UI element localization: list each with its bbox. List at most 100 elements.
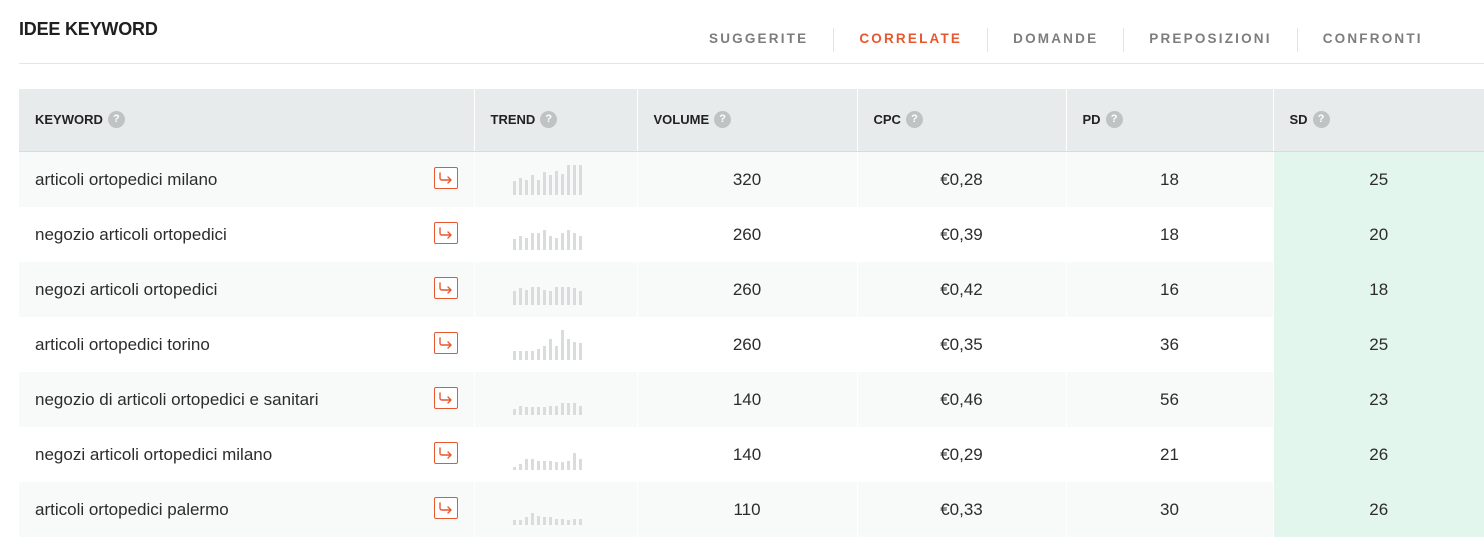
keyword-cell: negozio articoli ortopedici bbox=[19, 207, 475, 262]
trend-bar bbox=[572, 518, 576, 525]
open-keyword-icon[interactable] bbox=[433, 387, 458, 409]
trend-bar bbox=[548, 405, 552, 415]
trend-bar bbox=[548, 290, 552, 305]
open-keyword-icon[interactable] bbox=[433, 167, 458, 189]
help-icon[interactable]: ? bbox=[905, 111, 923, 129]
trend-bar bbox=[560, 518, 564, 525]
sd-cell: 18 bbox=[1273, 262, 1484, 317]
trend-sparkline bbox=[512, 164, 637, 195]
column-header-cpc[interactable]: CPC? bbox=[857, 89, 1067, 152]
tab-domande[interactable]: DOMANDE bbox=[987, 28, 1123, 52]
tab-correlate[interactable]: CORRELATE bbox=[833, 28, 987, 52]
keyword-text[interactable]: articoli ortopedici palermo bbox=[35, 500, 229, 519]
column-header-sd[interactable]: SD? bbox=[1273, 89, 1484, 152]
table-row: negozi articoli ortopedici 260 €0,42 16 18 bbox=[19, 262, 1484, 317]
trend-bar bbox=[518, 463, 522, 470]
trend-bar bbox=[578, 518, 582, 525]
volume-cell: 260 bbox=[637, 262, 858, 317]
column-label: SD bbox=[1289, 111, 1308, 127]
trend-bar bbox=[512, 350, 516, 360]
trend-bar bbox=[518, 519, 522, 525]
keyword-text[interactable]: negozi articoli ortopedici milano bbox=[35, 445, 272, 464]
header-divider bbox=[19, 63, 1484, 64]
volume-cell: 320 bbox=[637, 151, 858, 207]
help-icon[interactable]: ? bbox=[714, 111, 732, 129]
help-icon[interactable]: ? bbox=[1105, 111, 1123, 129]
tab-preposizioni[interactable]: PREPOSIZIONI bbox=[1123, 28, 1296, 52]
column-label: CPC bbox=[873, 111, 901, 127]
trend-bar bbox=[542, 516, 546, 525]
trend-bar bbox=[536, 286, 540, 305]
pd-cell: 18 bbox=[1066, 151, 1274, 207]
table-row: negozi articoli ortopedici milano 140 €0,2… bbox=[19, 427, 1484, 482]
trend-bar bbox=[524, 289, 528, 305]
trend-bar bbox=[572, 232, 576, 250]
tab-suggerite[interactable]: SUGGERITE bbox=[684, 28, 833, 52]
pd-cell: 18 bbox=[1066, 207, 1274, 262]
help-icon[interactable]: ? bbox=[1312, 111, 1330, 129]
keyword-cell: articoli ortopedici torino bbox=[19, 317, 475, 372]
trend-bar bbox=[554, 461, 558, 470]
trend-bar bbox=[578, 405, 582, 415]
trend-bar bbox=[524, 458, 528, 470]
trend-bar bbox=[566, 229, 570, 250]
keyword-text[interactable]: negozio di articoli ortopedici e sanitar… bbox=[35, 390, 319, 409]
open-keyword-icon[interactable] bbox=[433, 222, 458, 244]
trend-bar bbox=[530, 458, 534, 470]
help-icon[interactable]: ? bbox=[107, 111, 125, 129]
trend-bar bbox=[572, 402, 576, 415]
trend-bar bbox=[572, 341, 576, 360]
trend-bar bbox=[578, 235, 582, 250]
keyword-cell: negozi articoli ortopedici bbox=[19, 262, 475, 317]
table-row: negozio articoli ortopedici 260 €0,39 18 20 bbox=[19, 207, 1484, 262]
trend-bar bbox=[560, 461, 564, 470]
trend-bar bbox=[512, 519, 516, 525]
trend-bar bbox=[566, 519, 570, 525]
trend-bar bbox=[512, 408, 516, 415]
table-row: articoli ortopedici milano 320 €0,28 18 25 bbox=[19, 151, 1484, 207]
trend-bar bbox=[578, 458, 582, 470]
keyword-text[interactable]: articoli ortopedici milano bbox=[35, 170, 217, 189]
column-header-keyword[interactable]: KEYWORD? bbox=[19, 89, 475, 152]
keyword-cell: articoli ortopedici milano bbox=[19, 151, 475, 207]
sd-cell: 25 bbox=[1273, 151, 1484, 207]
tab-confronti[interactable]: CONFRONTI bbox=[1296, 28, 1448, 52]
trend-bar bbox=[578, 290, 582, 305]
keyword-text[interactable]: negozi articoli ortopedici bbox=[35, 280, 217, 299]
trend-cell bbox=[474, 207, 638, 262]
column-label: TREND bbox=[490, 111, 536, 127]
trend-bar bbox=[524, 350, 528, 360]
trend-bar bbox=[518, 350, 522, 360]
trend-cell bbox=[474, 151, 638, 207]
trend-cell bbox=[474, 262, 638, 317]
table-header-row: KEYWORD? TREND? VOLUME? CPC? PD? SD? bbox=[19, 89, 1484, 152]
column-header-trend[interactable]: TREND? bbox=[474, 89, 638, 152]
open-keyword-icon[interactable] bbox=[433, 332, 458, 354]
trend-bar bbox=[566, 338, 570, 360]
cpc-cell: €0,28 bbox=[857, 151, 1067, 207]
trend-cell bbox=[474, 482, 638, 537]
column-header-pd[interactable]: PD? bbox=[1066, 89, 1274, 152]
trend-bar bbox=[548, 516, 552, 525]
keyword-text[interactable]: negozio articoli ortopedici bbox=[35, 225, 227, 244]
open-keyword-icon[interactable] bbox=[433, 277, 458, 299]
sd-cell: 26 bbox=[1273, 427, 1484, 482]
trend-bar bbox=[536, 232, 540, 250]
trend-bar bbox=[512, 180, 516, 195]
trend-bar bbox=[548, 174, 552, 195]
column-label: PD bbox=[1082, 111, 1101, 127]
help-icon[interactable]: ? bbox=[540, 111, 558, 129]
volume-cell: 140 bbox=[637, 427, 858, 482]
trend-bar bbox=[560, 329, 564, 360]
column-header-volume[interactable]: VOLUME? bbox=[637, 89, 858, 152]
trend-bar bbox=[560, 286, 564, 305]
open-keyword-icon[interactable] bbox=[433, 497, 458, 519]
keyword-text[interactable]: articoli ortopedici torino bbox=[35, 335, 210, 354]
trend-bar bbox=[554, 286, 558, 305]
trend-sparkline bbox=[512, 275, 637, 305]
trend-bar bbox=[548, 338, 552, 360]
sd-cell: 20 bbox=[1273, 207, 1484, 262]
trend-bar bbox=[530, 512, 534, 525]
volume-cell: 260 bbox=[637, 317, 858, 372]
open-keyword-icon[interactable] bbox=[433, 442, 458, 464]
